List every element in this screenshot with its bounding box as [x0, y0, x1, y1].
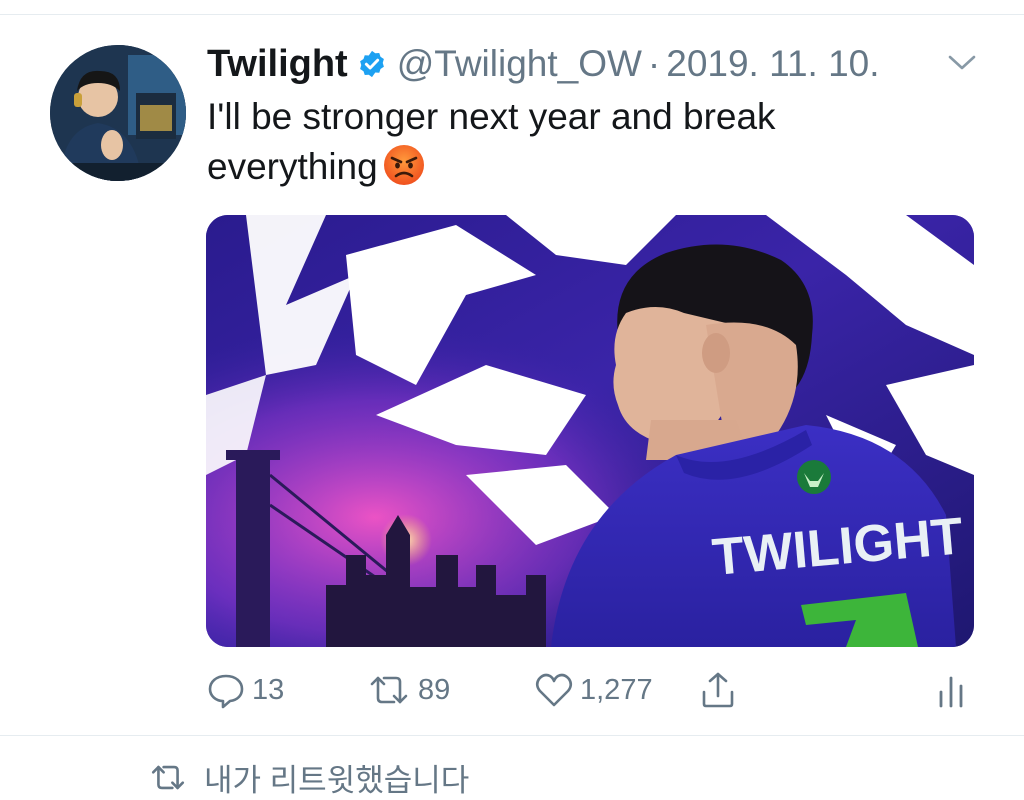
bottom-divider [0, 735, 1024, 736]
top-divider [0, 14, 1024, 15]
retweeted-label: 내가 리트윗했습니다 [204, 762, 470, 798]
heart-icon [535, 673, 573, 707]
reply-button[interactable]: 13 [206, 668, 284, 712]
tweet-text-content: I'll be stronger next year and break eve… [207, 96, 776, 187]
share-icon [702, 672, 734, 708]
tweet-actions: 13 89 1,277 [206, 668, 976, 712]
header-separator: · [647, 43, 661, 84]
reply-icon [208, 674, 244, 709]
chevron-down-icon[interactable] [944, 48, 980, 76]
retweet-button[interactable]: 89 [366, 668, 450, 712]
retweeted-indicator[interactable]: 내가 리트윗했습니다 [148, 755, 469, 799]
tweet-page: Twilight @Twilight_OW · 2019. 11. 10. I'… [0, 0, 1024, 800]
retweet-count: 89 [418, 673, 451, 706]
display-name[interactable]: Twilight [207, 43, 348, 86]
tweet-date[interactable]: 2019. 11. 10. [666, 43, 879, 85]
tweet-text: I'll be stronger next year and break eve… [207, 92, 927, 192]
like-count: 1,277 [580, 673, 653, 706]
reply-count: 13 [252, 673, 285, 706]
angry-face-icon [382, 143, 426, 187]
tweet-header: Twilight @Twilight_OW · 2019. 11. 10. [207, 42, 880, 86]
retweet-icon [370, 676, 408, 704]
analytics-button[interactable] [936, 668, 966, 712]
avatar[interactable] [50, 45, 186, 181]
share-button[interactable] [698, 668, 738, 712]
verified-badge-icon [357, 49, 387, 79]
user-handle[interactable]: @Twilight_OW [397, 43, 642, 85]
avatar-image [50, 45, 186, 181]
like-button[interactable]: 1,277 [534, 668, 653, 712]
analytics-icon [939, 676, 963, 708]
tweet-media-image[interactable]: TWILIGHT 7 [206, 215, 974, 647]
retweet-icon [151, 765, 185, 789]
